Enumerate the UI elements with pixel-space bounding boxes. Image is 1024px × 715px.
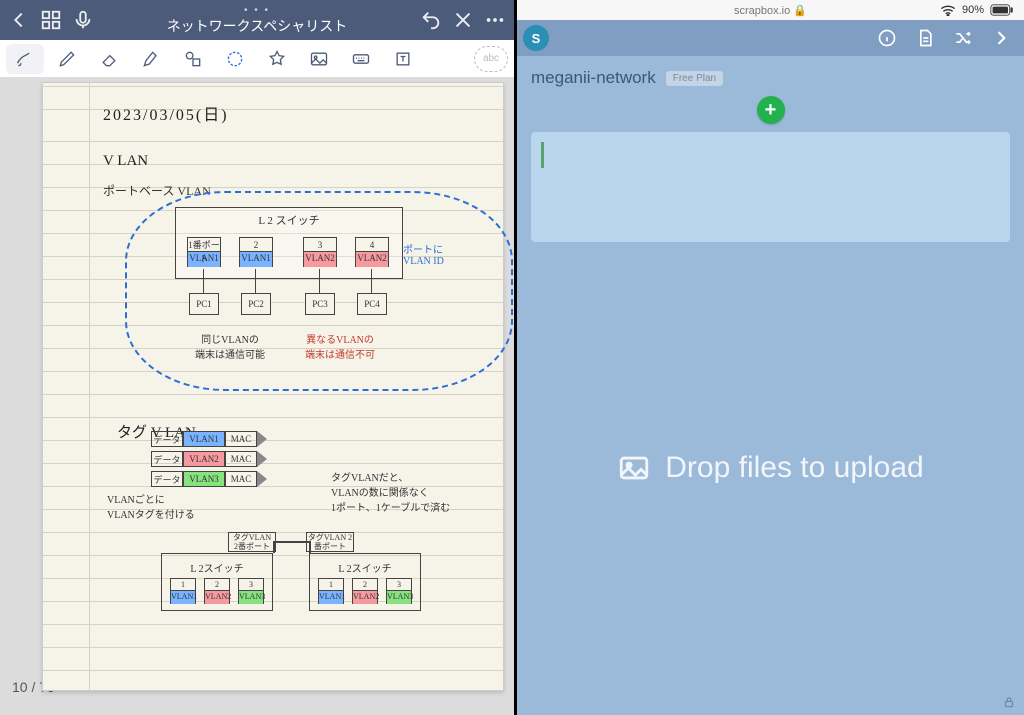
wifi-icon bbox=[940, 4, 956, 16]
switch-left: タグVLAN 2番ポート L 2スイッチ 1VLAN1 2VLAN2 3VLAN… bbox=[161, 553, 273, 611]
switch-left-label: L 2スイッチ bbox=[162, 560, 272, 575]
scrapbox-logo-icon[interactable]: S bbox=[523, 25, 549, 51]
pencil-tool[interactable] bbox=[48, 44, 86, 74]
tag-row-1: データVLAN1MAC bbox=[151, 431, 267, 447]
port-2: 2VLAN1 bbox=[239, 237, 273, 267]
battery-label: 90% bbox=[962, 4, 984, 16]
drag-handle-icon[interactable]: • • • bbox=[104, 5, 410, 16]
port-annotation: ポートに VLAN ID bbox=[403, 241, 444, 267]
project-name[interactable]: meganii-network bbox=[531, 68, 656, 88]
more-icon[interactable] bbox=[484, 9, 506, 31]
title-wrap: • • • ネットワークスペシャリスト bbox=[104, 5, 410, 36]
drop-zone[interactable]: Drop files to upload bbox=[517, 242, 1024, 693]
plan-badge: Free Plan bbox=[666, 71, 723, 86]
pc-2: PC2 bbox=[241, 293, 271, 315]
heading-vlan: V LAN bbox=[103, 153, 481, 170]
close-icon[interactable] bbox=[452, 9, 474, 31]
switch-right-label: L 2スイッチ bbox=[310, 560, 420, 575]
forward-icon[interactable] bbox=[984, 23, 1018, 53]
port-3: 3VLAN2 bbox=[303, 237, 337, 267]
document-icon[interactable] bbox=[908, 23, 942, 53]
tag-side-note: VLANごとに VLANタグを付ける bbox=[107, 491, 195, 521]
project-header: meganii-network Free Plan bbox=[517, 56, 1024, 92]
add-page-button[interactable]: + bbox=[757, 96, 785, 124]
undo-icon[interactable] bbox=[420, 9, 442, 31]
tag-right-note: タグVLANだと、 VLANの数に関係なく 1ポート、1ケーブルで済む bbox=[331, 469, 450, 514]
notes-titlebar: • • • ネットワークスペシャリスト bbox=[0, 0, 514, 40]
favorite-tool[interactable] bbox=[258, 44, 296, 74]
add-row: + bbox=[517, 92, 1024, 132]
pc-4: PC4 bbox=[357, 293, 387, 315]
tag-row-3: データVLAN3MAC bbox=[151, 471, 267, 487]
grid-icon[interactable] bbox=[40, 9, 62, 31]
port-1: 1番ポートVLAN1 bbox=[187, 237, 221, 267]
document-title: ネットワークスペシャリスト bbox=[104, 16, 410, 36]
page-canvas-wrap: 10 / 75 2023/03/05(日) V LAN ポートベース VLAN … bbox=[0, 78, 514, 715]
note-page[interactable]: 2023/03/05(日) V LAN ポートベース VLAN L 2 スイッチ… bbox=[42, 82, 504, 691]
ios-statusbar: scrapbox.io 🔒 90% bbox=[517, 0, 1024, 20]
back-icon[interactable] bbox=[8, 9, 30, 31]
tag-row-2: データVLAN2MAC bbox=[151, 451, 267, 467]
shuffle-icon[interactable] bbox=[946, 23, 980, 53]
info-icon[interactable] bbox=[870, 23, 904, 53]
pen-tool-1[interactable] bbox=[6, 44, 44, 74]
drop-zone-label: Drop files to upload bbox=[665, 451, 924, 485]
mic-icon[interactable] bbox=[72, 9, 94, 31]
scrapbox-topbar: S bbox=[517, 20, 1024, 56]
switch-left-head: タグVLAN 2番ポート bbox=[228, 532, 276, 552]
keyboard-tool[interactable] bbox=[342, 44, 380, 74]
browser-url: scrapbox.io 🔒 bbox=[734, 4, 807, 17]
note-date: 2023/03/05(日) bbox=[103, 101, 481, 125]
abc-badge: abc bbox=[474, 46, 508, 72]
diff-vlan-note: 異なるVLANの 端末は通信不可 bbox=[305, 331, 375, 361]
lock-icon bbox=[1002, 695, 1016, 714]
shapes-tool[interactable] bbox=[174, 44, 212, 74]
pc-1: PC1 bbox=[189, 293, 219, 315]
l2-switch-label: L 2 スイッチ bbox=[176, 212, 402, 228]
pc-3: PC3 bbox=[305, 293, 335, 315]
scrapbox-bottombar bbox=[517, 693, 1024, 715]
image-tool[interactable] bbox=[300, 44, 338, 74]
notes-app: • • • ネットワークスペシャリスト abc 10 / 75 2023/03/… bbox=[0, 0, 514, 715]
same-vlan-note: 同じVLANの 端末は通信可能 bbox=[195, 331, 265, 361]
battery-icon bbox=[990, 4, 1014, 16]
port-4: 4VLAN2 bbox=[355, 237, 389, 267]
switch-right: タグVLAN 2番ポート L 2スイッチ 1VLAN1 2VLAN2 3VLAN… bbox=[309, 553, 421, 611]
notes-toolbar: abc bbox=[0, 40, 514, 78]
scrapbox-app: scrapbox.io 🔒 90% S meganii-network Free… bbox=[517, 0, 1024, 715]
text-tool[interactable] bbox=[384, 44, 422, 74]
lasso-tool[interactable] bbox=[216, 44, 254, 74]
image-icon bbox=[617, 451, 651, 485]
switch-right-head: タグVLAN 2番ポート bbox=[306, 532, 354, 552]
highlighter-tool[interactable] bbox=[132, 44, 170, 74]
page-card[interactable] bbox=[531, 132, 1010, 242]
eraser-tool[interactable] bbox=[90, 44, 128, 74]
